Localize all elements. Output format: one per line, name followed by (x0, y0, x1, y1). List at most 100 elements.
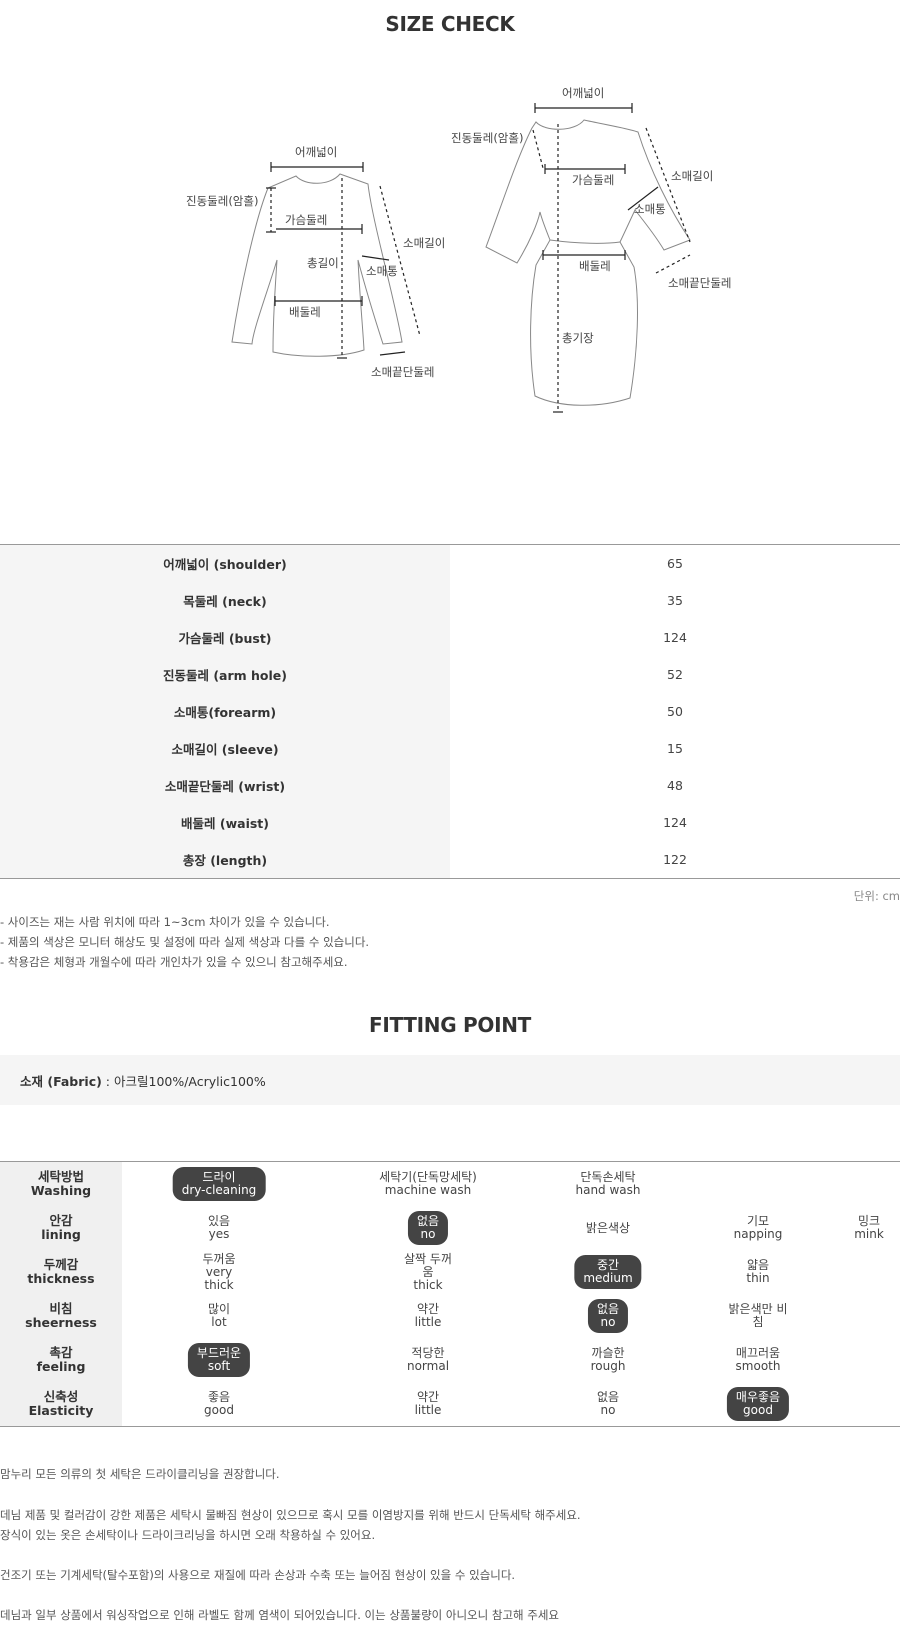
care-note: 데님 제품 및 컬러감이 강한 제품은 세탁시 물빠짐 현상이 있으므로 혹시 … (0, 1508, 581, 1522)
fabric-info: 소재 (Fabric) : 아크릴100%/Acrylic100% (0, 1055, 900, 1105)
size-row-label: 진동둘레 (arm hole) (0, 656, 450, 693)
size-row: 총장 (length) 122 (0, 841, 900, 879)
fit-option: 밝은색상 (577, 1206, 639, 1250)
fit-option: 많이 lot (199, 1294, 239, 1338)
top-label-sleeve: 소매길이 (403, 236, 445, 250)
fit-option-text: 중간 medium (574, 1255, 642, 1289)
fit-option-text: 드라이 dry-cleaning (172, 1167, 266, 1201)
fit-option-selected: 없음 no (407, 1206, 449, 1250)
fit-option-text: 단독손세탁 hand wash (575, 1170, 641, 1197)
size-check-title: SIZE CHECK (385, 12, 515, 36)
fit-row-label-ko: 세탁방법 (37, 1169, 84, 1184)
fit-row-label-ko: 촉감 (49, 1345, 73, 1360)
fit-row: 세탁방법 Washing 드라이 dry-cleaning 세탁기(단독망세탁) ma… (0, 1162, 900, 1206)
size-row-label: 소매통(forearm) (0, 693, 450, 730)
dress-label-length: 총기장 (562, 331, 594, 345)
size-notes: - 사이즈는 재는 사람 위치에 따라 1~3cm 차이가 있을 수 있습니다.… (0, 912, 369, 972)
fit-row-header: 비침 sheerness (0, 1294, 122, 1338)
fit-option: 기모 napping (725, 1206, 792, 1250)
size-row: 어깨넓이 (shoulder) 65 (0, 544, 900, 582)
fit-option-text: 좋음 good (204, 1390, 234, 1417)
fit-option-text: 매우좋음 good (726, 1387, 790, 1421)
fit-row: 두께감 thickness 두꺼움 very thick 살짝 두꺼 움 thick 중… (0, 1250, 900, 1294)
top-label-bust: 가슴둘레 (285, 213, 327, 227)
fit-row: 안감 lining 있음 yes 없음 no 밝은색상 기모 napping 밍크 mink (0, 1206, 900, 1250)
fit-option-text: 까슬한 rough (590, 1346, 626, 1373)
fit-option-text: 부드러운 soft (187, 1343, 251, 1377)
fit-option-selected: 중간 medium (574, 1250, 642, 1294)
fit-option-text: 얇음 thin (746, 1258, 770, 1285)
fit-row-header: 안감 lining (0, 1206, 122, 1250)
fabric-value: : 아크릴100%/Acrylic100% (101, 1074, 266, 1089)
top-label-length: 총길이 (307, 256, 339, 270)
fit-row: 신축성 Elasticity 좋음 good 약간 little 없음 no 매우좋음 g… (0, 1382, 900, 1426)
fit-option-text: 있음 yes (207, 1214, 231, 1241)
dress-label-waist: 배둘레 (579, 259, 611, 273)
size-row-label: 총장 (length) (0, 841, 450, 879)
fit-option-text: 없음 no (407, 1211, 449, 1245)
size-row-label: 가슴둘레 (bust) (0, 619, 450, 656)
fit-row: 촉감 feeling 부드러운 soft 적당한 normal 까슬한 rough 매끄러… (0, 1338, 900, 1382)
care-note: 맘누리 모든 의류의 첫 세탁은 드라이클리닝을 권장합니다. (0, 1467, 280, 1481)
fit-option-text: 약간 little (414, 1302, 442, 1329)
fit-option: 세탁기(단독망세탁) machine wash (370, 1162, 486, 1206)
note-line: - 사이즈는 재는 사람 위치에 따라 1~3cm 차이가 있을 수 있습니다. (0, 915, 330, 929)
fit-row-header: 세탁방법 Washing (0, 1162, 122, 1206)
fit-option-text: 세탁기(단독망세탁) machine wash (379, 1170, 477, 1197)
size-row: 목둘레 (neck) 35 (0, 582, 900, 619)
fit-option-text: 없음 no (596, 1390, 620, 1417)
fit-row-header: 신축성 Elasticity (0, 1382, 122, 1426)
size-row: 배둘레 (waist) 124 (0, 804, 900, 841)
note-line: - 제품의 색상은 모니터 해상도 및 설정에 따라 실제 색상과 다를 수 있… (0, 935, 370, 949)
fit-option: 밍크 mink (845, 1206, 893, 1250)
fit-option-selected: 드라이 dry-cleaning (172, 1162, 266, 1206)
fabric-label: 소재 (Fabric) (20, 1074, 102, 1089)
fit-option: 매끄러움 smooth (727, 1338, 790, 1382)
top-label-armhole: 진동둘레(암홀) (186, 194, 258, 208)
size-row-label: 목둘레 (neck) (0, 582, 450, 619)
fit-option: 약간 little (406, 1294, 451, 1338)
dress-label-shoulder: 어깨넓이 (562, 86, 604, 100)
fit-option: 얇음 thin (737, 1250, 778, 1294)
care-note: 데님과 일부 상품에서 워싱작업으로 인해 라벨도 함께 염색이 되어있습니다.… (0, 1608, 560, 1622)
size-row-label: 소매끝단둘레 (wrist) (0, 767, 450, 804)
dress-measure-lines (532, 103, 691, 413)
fit-option-selected: 부드러운 soft (187, 1338, 251, 1382)
fit-row-label-en: Washing (30, 1183, 92, 1198)
fit-option: 두꺼움 very thick (193, 1250, 244, 1294)
top-label-shoulder: 어깨넓이 (295, 145, 337, 159)
top-label-waist: 배둘레 (289, 305, 321, 319)
size-diagram: 어깨넓이 진동둘레(암홀) 가슴둘레 총길이 소매통 소매길이 배둘레 소매끝단… (186, 86, 731, 413)
size-row-label: 배둘레 (waist) (0, 804, 450, 841)
fit-option-text: 적당한 normal (406, 1346, 450, 1373)
fit-option-text: 두꺼움 very thick (202, 1251, 236, 1292)
fitting-point-title: FITTING POINT (369, 1013, 531, 1037)
size-row-value: 124 (663, 630, 687, 645)
fit-option: 밝은색만 비 침 (719, 1294, 796, 1338)
size-row-value: 15 (667, 741, 683, 756)
fit-option: 살짝 두꺼 움 thick (395, 1250, 461, 1294)
size-table: 어깨넓이 (shoulder) 65 목둘레 (neck) 35 가슴둘레 (bust)… (0, 544, 900, 879)
top-label-wrist: 소매끝단둘레 (371, 365, 434, 379)
size-row-value: 65 (667, 556, 683, 571)
fit-row-label-en: lining (41, 1227, 81, 1242)
size-row: 소매길이 (sleeve) 15 (0, 730, 900, 767)
fit-option: 약간 little (406, 1382, 451, 1426)
top-measure-lines (266, 162, 421, 359)
fit-option: 없음 no (588, 1382, 628, 1426)
size-row-label: 어깨넓이 (shoulder) (0, 544, 450, 582)
dress-label-forearm: 소매통 (634, 202, 666, 216)
fit-row-label-en: thickness (27, 1271, 95, 1286)
fit-row-header: 촉감 feeling (0, 1338, 122, 1382)
note-line: - 착용감은 체형과 개월수에 따라 개인차가 있을 수 있으니 참고해주세요. (0, 955, 348, 969)
size-row: 소매통(forearm) 50 (0, 693, 900, 730)
fit-option-text: 밝은색상 (585, 1220, 631, 1235)
fit-option-selected: 없음 no (587, 1294, 629, 1338)
fit-option: 적당한 normal (398, 1338, 458, 1382)
fit-row-header: 두께감 thickness (0, 1250, 122, 1294)
dress-label-sleeve: 소매길이 (671, 169, 713, 183)
care-note: 장식이 있는 옷은 손세탁이나 드라이크리닝을 하시면 오래 착용하실 수 있어… (0, 1528, 376, 1542)
unit-label: 단위: cm (853, 889, 900, 903)
size-row-value: 50 (667, 704, 683, 719)
size-row-label: 소매길이 (sleeve) (0, 730, 450, 767)
